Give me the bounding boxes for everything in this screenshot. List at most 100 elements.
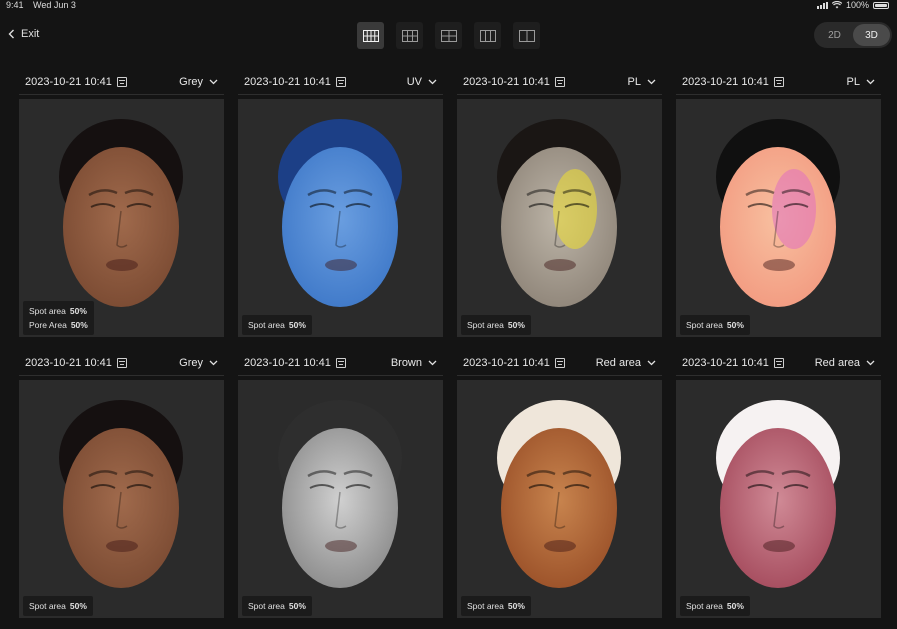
panel-header: 2023-10-21 10:41 Red area xyxy=(457,350,662,376)
panel-header: 2023-10-21 10:41 Grey xyxy=(19,69,224,95)
metric-label: Spot area xyxy=(29,306,66,316)
chevron-down-icon xyxy=(647,360,656,365)
calendar-icon xyxy=(335,76,346,87)
calendar-icon xyxy=(773,357,784,368)
grid-3-col-icon xyxy=(479,29,496,42)
analysis-overlay xyxy=(553,169,597,249)
view-mode-toggle: 2D 3D xyxy=(814,22,892,48)
panel-header: 2023-10-21 10:41 Brown xyxy=(238,350,443,376)
calendar-icon xyxy=(554,357,565,368)
chevron-down-icon xyxy=(647,79,656,84)
capture-datetime: 2023-10-21 10:41 xyxy=(244,356,331,369)
status-time: 9:41 xyxy=(6,0,24,10)
imaging-mode-label: Red area xyxy=(595,356,641,369)
layout-2-column-button[interactable] xyxy=(513,22,540,49)
metric-label: Spot area xyxy=(686,320,723,330)
chevron-down-icon xyxy=(428,360,437,365)
face xyxy=(282,428,398,588)
metric-label: Pore Area xyxy=(29,320,67,330)
lips xyxy=(763,259,795,271)
capture-datetime: 2023-10-21 10:41 xyxy=(682,356,769,369)
face-scan-image[interactable]: Spot area 50% xyxy=(676,99,881,337)
imaging-mode-select[interactable]: Grey xyxy=(179,76,218,88)
face-scan-image[interactable]: Spot area 50% xyxy=(457,380,662,618)
capture-datetime: 2023-10-21 10:41 xyxy=(25,75,112,88)
view-mode-2d-button[interactable]: 2D xyxy=(816,24,853,46)
metrics-overlay: Spot area 50% Pore Area 50% xyxy=(23,301,94,335)
grid-4x2-icon xyxy=(362,29,379,42)
calendar-icon xyxy=(116,76,127,87)
capture-date[interactable]: 2023-10-21 10:41 xyxy=(25,357,127,369)
metric-value: 50% xyxy=(288,601,306,611)
metrics-overlay: Spot area 50% xyxy=(242,596,312,616)
chevron-down-icon xyxy=(209,360,218,365)
imaging-mode-select[interactable]: Red area xyxy=(596,357,656,369)
imaging-mode-label: UV xyxy=(406,75,422,88)
face-scan-image[interactable]: Spot area 50% xyxy=(238,380,443,618)
exit-button[interactable]: Exit xyxy=(8,28,39,40)
imaging-mode-label: Grey xyxy=(179,356,203,369)
face-scan-image[interactable]: Spot area 50% xyxy=(457,99,662,337)
layout-3-column-button[interactable] xyxy=(474,22,501,49)
status-bar: 9:41 Wed Jun 3 100% xyxy=(0,0,897,12)
status-date: Wed Jun 3 xyxy=(33,0,76,10)
face-image xyxy=(278,119,402,307)
metrics-overlay: Spot area 50% xyxy=(461,315,531,335)
face-image xyxy=(278,400,402,588)
image-panel: 2023-10-21 10:41 Red area Spot area 50% xyxy=(676,350,881,622)
imaging-mode-label: PL xyxy=(846,75,860,88)
lips xyxy=(544,540,576,552)
capture-date[interactable]: 2023-10-21 10:41 xyxy=(244,76,346,88)
imaging-mode-select[interactable]: PL xyxy=(628,76,656,88)
capture-date[interactable]: 2023-10-21 10:41 xyxy=(244,357,346,369)
chevron-down-icon xyxy=(428,79,437,84)
face-scan-image[interactable]: Spot area 50% xyxy=(238,99,443,337)
face-scan-image[interactable]: Spot area 50% xyxy=(676,380,881,618)
metric-value: 50% xyxy=(70,320,88,330)
face-scan-image[interactable]: Spot area 50% Pore Area 50% xyxy=(19,99,224,337)
metric-label: Spot area xyxy=(248,320,285,330)
face-scan-image[interactable]: Spot area 50% xyxy=(19,380,224,618)
metric-value: 50% xyxy=(69,306,87,316)
face xyxy=(720,428,836,588)
face xyxy=(63,147,179,307)
capture-date[interactable]: 2023-10-21 10:41 xyxy=(682,357,784,369)
metric-row: Spot area 50% xyxy=(248,318,306,332)
face-image xyxy=(59,400,183,588)
metric-row: Spot area 50% xyxy=(29,599,87,613)
capture-datetime: 2023-10-21 10:41 xyxy=(25,356,112,369)
view-mode-3d-button[interactable]: 3D xyxy=(853,24,890,46)
chevron-down-icon xyxy=(866,360,875,365)
imaging-mode-select[interactable]: PL xyxy=(847,76,875,88)
exit-label: Exit xyxy=(21,28,40,40)
metric-row: Spot area 50% xyxy=(248,599,306,613)
imaging-mode-select[interactable]: UV xyxy=(407,76,437,88)
calendar-icon xyxy=(773,76,784,87)
metric-row: Spot area 50% xyxy=(29,304,88,318)
capture-datetime: 2023-10-21 10:41 xyxy=(682,75,769,88)
imaging-mode-select[interactable]: Brown xyxy=(391,357,437,369)
layout-2x2-button[interactable] xyxy=(435,22,462,49)
capture-date[interactable]: 2023-10-21 10:41 xyxy=(463,357,565,369)
capture-date[interactable]: 2023-10-21 10:41 xyxy=(463,76,565,88)
capture-date[interactable]: 2023-10-21 10:41 xyxy=(25,76,127,88)
metric-value: 50% xyxy=(726,601,744,611)
metric-row: Pore Area 50% xyxy=(29,318,88,332)
imaging-mode-select[interactable]: Red area xyxy=(815,357,875,369)
panel-header: 2023-10-21 10:41 Red area xyxy=(676,350,881,376)
capture-date[interactable]: 2023-10-21 10:41 xyxy=(682,76,784,88)
layout-3x2-button[interactable] xyxy=(396,22,423,49)
lips xyxy=(106,259,138,271)
battery-percentage: 100% xyxy=(845,0,869,10)
chevron-down-icon xyxy=(209,79,218,84)
image-panel: 2023-10-21 10:41 UV Spot area 50% xyxy=(238,69,443,341)
imaging-mode-select[interactable]: Grey xyxy=(179,357,218,369)
lips xyxy=(106,540,138,552)
metric-label: Spot area xyxy=(686,601,723,611)
face-image xyxy=(716,119,840,307)
panel-header: 2023-10-21 10:41 Grey xyxy=(19,350,224,376)
layout-4x2-button[interactable] xyxy=(357,22,384,49)
metrics-overlay: Spot area 50% xyxy=(680,596,750,616)
panel-header: 2023-10-21 10:41 PL xyxy=(676,69,881,95)
capture-datetime: 2023-10-21 10:41 xyxy=(463,356,550,369)
